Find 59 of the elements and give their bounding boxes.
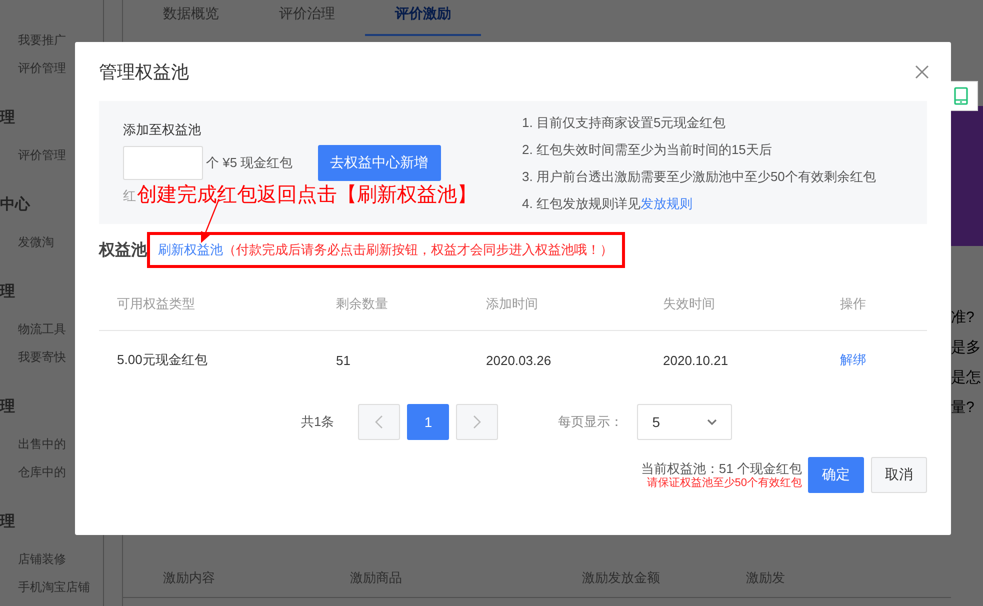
phone-icon [954,87,968,105]
table-cell-text: 5.00元现金红包 [117,351,208,369]
tab[interactable]: 评价治理 [249,0,365,36]
note-text: 3. 用户前台透出激励需要至少激励池中至少50个有效剩余红包 [522,169,876,184]
add-button[interactable]: 去权益中心新增 [318,145,441,181]
chevron-down-icon [707,419,718,425]
page-size-label: 每页显示： [558,413,624,431]
next-page-button[interactable] [456,404,498,440]
table-cell-text: 51 [336,352,352,368]
column-header: 激励内容 [163,569,216,587]
previous-page-button[interactable] [358,404,400,440]
column-header: 失效时间 [663,295,716,313]
column-header: 激励商品 [350,569,403,587]
page-size-select[interactable]: 5 [637,404,732,440]
column-header: 激励发放金额 [582,569,661,587]
page-button[interactable]: 1 [407,404,450,440]
tab[interactable]: 数据概览 [133,0,249,36]
faq-link[interactable]: 量? [951,398,983,428]
note-text: 2. 红包失效时间需至少为当前时间的15天后 [522,142,772,157]
sidebar-heading: 理 [0,397,16,416]
column-header: 激励发 [746,569,786,587]
close-icon[interactable] [915,64,929,78]
sidebar-item[interactable]: 手机淘宝店铺 [0,573,103,601]
hint-text: 红 [123,187,136,205]
refresh-link[interactable]: 刷新权益池 [158,241,223,259]
annotation-text: 创建完成红包返回点击【刷新权益池】 [137,183,477,208]
sidebar-item[interactable]: 店铺装修 [0,545,103,573]
unit-label: 个 ¥5 现金红包 [206,154,293,172]
sidebar-heading: 理 [0,282,16,301]
note-text: 1. 目前仅支持商家设置5元现金红包 [522,115,726,130]
dialog-button[interactable]: 取消 [871,457,927,493]
pool-summary: 当前权益池：51 个现金红包 [640,460,802,476]
faq-link[interactable]: 准? [951,308,983,338]
table-cell-text: 2020.03.26 [486,352,552,368]
faq-link[interactable]: 是怎 [951,368,983,398]
sidebar-heading: 理 [0,512,16,531]
warning-text: 请保证权益池至少50个有效红包 [646,476,802,490]
faq-link[interactable]: 是多 [951,338,983,368]
sidebar-heading: 中心 [0,195,32,214]
note-text: 4. 红包发放规则详见 [522,196,640,211]
column-header: 添加时间 [486,295,539,313]
field-label: 添加至权益池 [123,121,202,139]
section-title: 权益池 [99,240,147,260]
chevron-left-icon [375,415,384,429]
quantity-input[interactable] [123,146,203,180]
column-header: 可用权益类型 [117,295,196,313]
chevron-right-icon [473,415,482,429]
tab[interactable]: 评价激励 [365,0,481,36]
rules-link[interactable]: 发放规则 [640,196,692,211]
dialog-button[interactable]: 确定 [808,457,864,493]
dialog-title: 管理权益池 [99,60,189,84]
column-header: 剩余数量 [336,295,389,313]
sidebar-heading: 理 [0,108,16,127]
column-header: 操作 [840,295,866,313]
sidebar-item[interactable]: 我要推广 [0,26,103,54]
table-cell-text: 2020.10.21 [663,352,730,368]
unbind-link[interactable]: 解绑 [840,351,866,369]
notice-text: （付款完成后请务必点击刷新按钮，权益才会同步进入权益池哦！） [223,241,613,259]
total-count: 共1条 [301,413,334,431]
